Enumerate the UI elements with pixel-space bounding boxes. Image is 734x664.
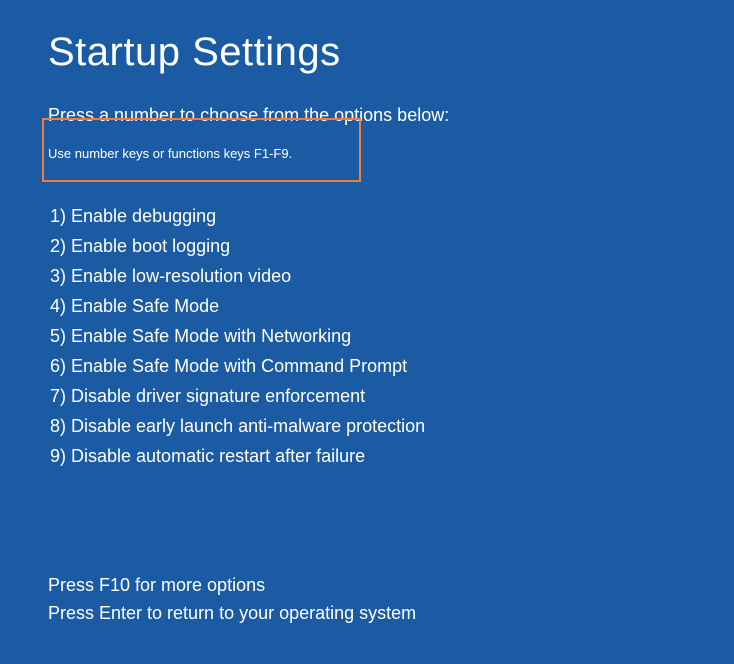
option-6[interactable]: 6) Enable Safe Mode with Command Prompt [48, 351, 686, 381]
option-1[interactable]: 1) Enable debugging [48, 201, 686, 231]
footer-instructions: Press F10 for more options Press Enter t… [48, 571, 686, 627]
options-list: 1) Enable debugging 2) Enable boot loggi… [48, 201, 686, 471]
instruction-text: Press a number to choose from the option… [48, 105, 686, 126]
option-7[interactable]: 7) Disable driver signature enforcement [48, 381, 686, 411]
startup-settings-screen: Startup Settings Press a number to choos… [48, 30, 686, 627]
hint-text: Use number keys or functions keys F1-F9. [48, 146, 686, 161]
footer-return: Press Enter to return to your operating … [48, 599, 686, 627]
option-8[interactable]: 8) Disable early launch anti-malware pro… [48, 411, 686, 441]
option-9[interactable]: 9) Disable automatic restart after failu… [48, 441, 686, 471]
option-5[interactable]: 5) Enable Safe Mode with Networking [48, 321, 686, 351]
footer-more-options: Press F10 for more options [48, 571, 686, 599]
page-title: Startup Settings [48, 30, 686, 75]
option-4[interactable]: 4) Enable Safe Mode [48, 291, 686, 321]
option-2[interactable]: 2) Enable boot logging [48, 231, 686, 261]
option-3[interactable]: 3) Enable low-resolution video [48, 261, 686, 291]
